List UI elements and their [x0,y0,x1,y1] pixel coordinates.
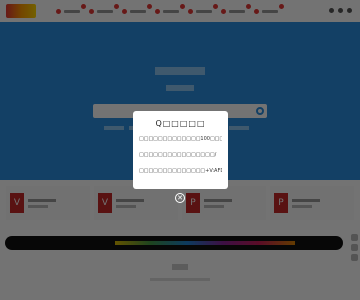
close-icon[interactable]: ✕ [175,193,185,203]
notice-modal: Q□□□□□ □□□□□□□□□□□□□100□□□98 □□□□□□□□□□□… [133,111,228,189]
page: V V P P Q□□□□□ □□□□□□□□□□□□□100□□□98 □□□… [0,0,360,300]
modal-line: □□□□□□□□□□□□□100□□□98 [139,136,222,142]
modal-title: Q□□□□□ [155,119,206,128]
modal-line: □□□□□□□□□□□□□□+V:AFD8585 [139,168,222,174]
modal-line: □□□□□□□□□□□□□□□□/ [139,152,217,158]
